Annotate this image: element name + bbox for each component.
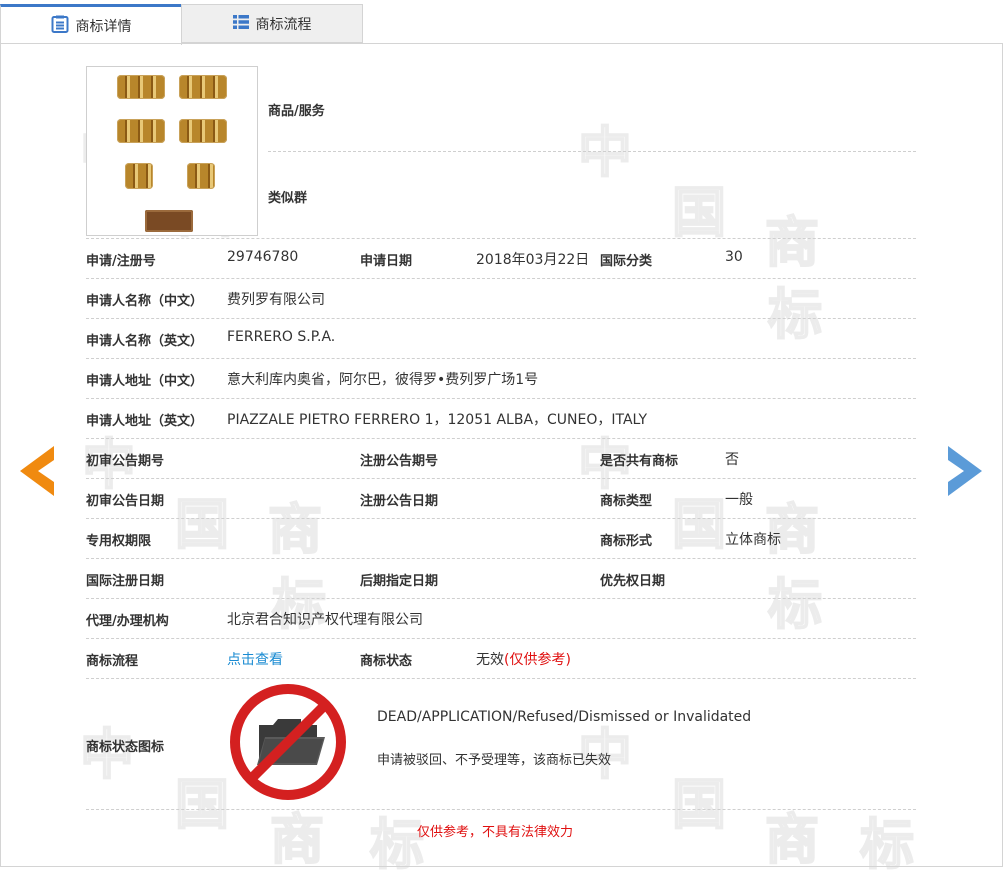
prev-arrow-icon[interactable]: [20, 446, 54, 500]
agent-value: 北京君合知识产权代理有限公司: [227, 612, 423, 628]
product-box-image: [179, 75, 227, 99]
status-icon-label: 商标状态图标: [86, 740, 165, 755]
priority-date-label: 优先权日期: [600, 574, 666, 589]
product-box-image: [125, 163, 153, 189]
exclusive-period-label: 专用权期限: [86, 534, 152, 549]
tab-trademark-process[interactable]: 商标流程: [181, 4, 363, 43]
address-cn-value: 意大利库内奥省，阿尔巴，彼得罗•费列罗广场1号: [227, 372, 539, 388]
shared-label: 是否共有商标: [600, 454, 679, 469]
intl-class-value: 30: [725, 249, 743, 265]
trademark-image[interactable]: [86, 66, 258, 236]
status-icon-en: DEAD/APPLICATION/Refused/Dismissed or In…: [377, 709, 752, 725]
next-arrow-icon[interactable]: [948, 446, 982, 500]
applicant-en-label: 申请人名称（英文）: [86, 334, 204, 349]
goods-services-label: 商品/服务: [268, 104, 325, 119]
disclaimer: 仅供参考，不具有法律效力: [417, 825, 574, 840]
process-label: 商标流程: [86, 654, 139, 669]
product-box-image: [117, 119, 165, 143]
divider: [86, 558, 916, 559]
applicant-en-value: FERRERO S.P.A.: [227, 329, 336, 345]
divider: [86, 809, 916, 810]
reg-no-label: 申请/注册号: [86, 254, 156, 269]
divider: [86, 438, 916, 439]
status-icon-cn: 申请被驳回、不予受理等，该商标已失效: [377, 753, 612, 768]
tab-bar: 商标详情 商标流程: [0, 0, 1003, 45]
status-label: 商标状态: [360, 654, 413, 669]
later-designation-label: 后期指定日期: [360, 574, 439, 589]
similar-group-label: 类似群: [268, 191, 308, 206]
tm-form-label: 商标形式: [600, 534, 653, 549]
folder-noentry-icon: [229, 683, 347, 805]
tm-form-value: 立体商标: [725, 532, 781, 548]
agent-label: 代理/办理机构: [86, 614, 169, 629]
divider: [86, 318, 916, 319]
divider: [86, 358, 916, 359]
applicant-cn-value: 费列罗有限公司: [227, 292, 325, 308]
reg-pub-no-label: 注册公告期号: [360, 454, 439, 469]
status-note: (仅供参考): [504, 652, 571, 668]
intl-reg-date-label: 国际注册日期: [86, 574, 165, 589]
address-en-value: PIAZZALE PIETRO FERRERO 1，12051 ALBA，CUN…: [227, 412, 648, 428]
app-date-value: 2018年03月22日: [476, 252, 590, 268]
intl-class-label: 国际分类: [600, 254, 653, 269]
list-icon: [232, 14, 249, 33]
product-bar-image: [145, 210, 193, 232]
reg-pub-date-label: 注册公告日期: [360, 494, 439, 509]
detail-icon: [51, 15, 69, 37]
address-en-label: 申请人地址（英文）: [86, 414, 204, 429]
view-process-link[interactable]: 点击查看: [227, 649, 283, 669]
divider: [86, 678, 916, 679]
prelim-pub-date-label: 初审公告日期: [86, 494, 165, 509]
app-date-label: 申请日期: [360, 254, 413, 269]
divider: [86, 398, 916, 399]
reg-no-value: 29746780: [227, 249, 299, 265]
status-text: 无效: [476, 652, 504, 668]
product-box-image: [179, 119, 227, 143]
divider: [86, 278, 916, 279]
tab-label: 商标流程: [255, 16, 312, 33]
tab-label: 商标详情: [75, 19, 132, 35]
divider: [86, 478, 916, 479]
product-box-image: [117, 75, 165, 99]
divider: [86, 638, 916, 639]
shared-value: 否: [725, 452, 739, 468]
prelim-pub-no-label: 初审公告期号: [86, 454, 165, 469]
divider: [86, 518, 916, 519]
tm-type-value: 一般: [725, 492, 753, 508]
address-cn-label: 申请人地址（中文）: [86, 374, 204, 389]
applicant-cn-label: 申请人名称（中文）: [86, 294, 204, 309]
divider: [86, 598, 916, 599]
divider: [268, 151, 916, 152]
divider: [86, 238, 916, 239]
product-box-image: [187, 163, 215, 189]
status-value: 无效(仅供参考): [476, 649, 571, 669]
tab-trademark-details[interactable]: 商标详情: [0, 4, 182, 45]
tm-type-label: 商标类型: [600, 494, 653, 509]
